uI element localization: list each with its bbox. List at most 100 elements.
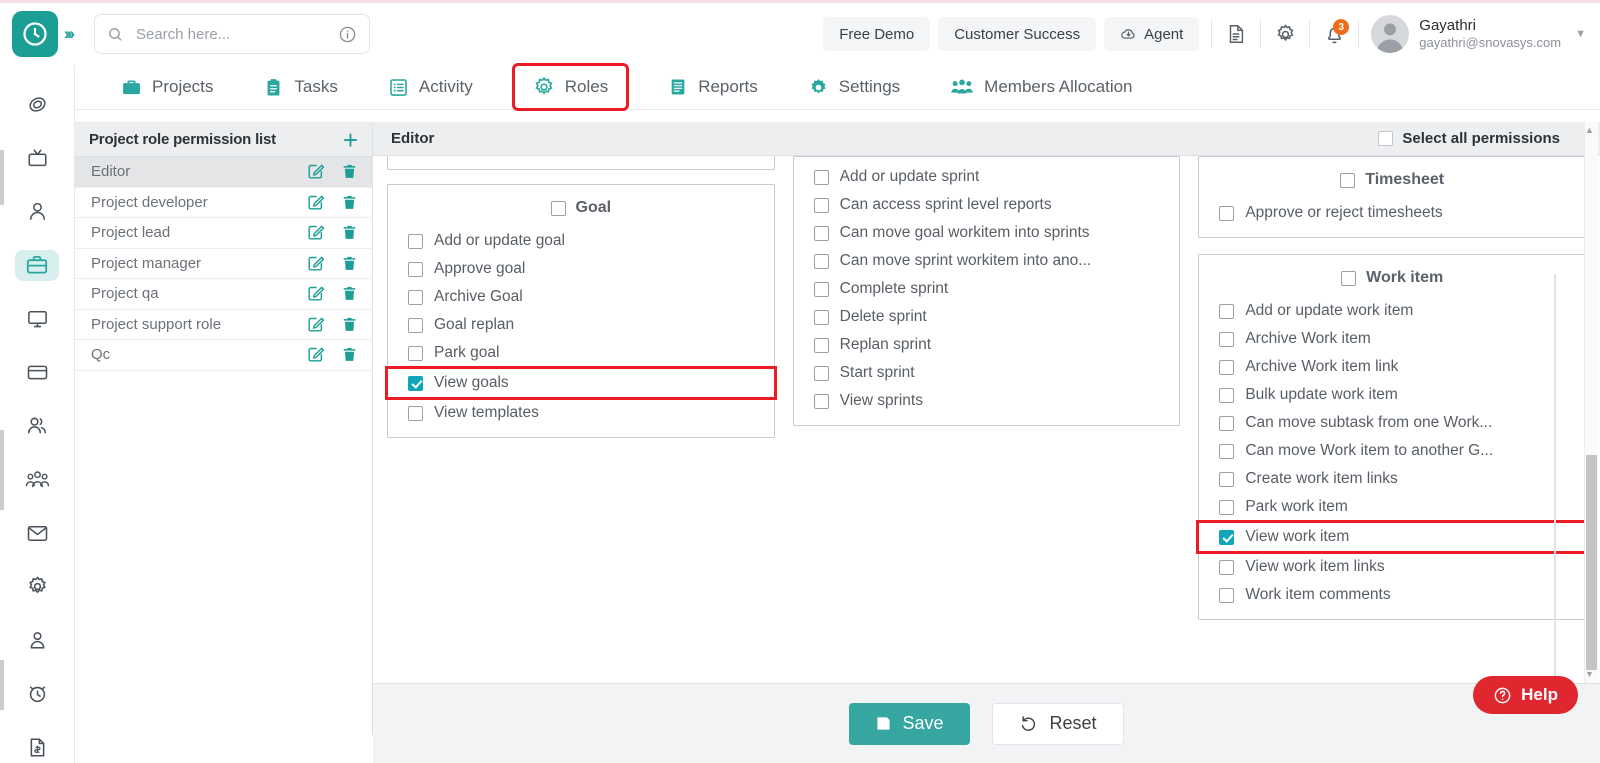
permission-checkbox[interactable]: [408, 345, 423, 361]
permission-item[interactable]: Can move Work item to another G...: [1199, 437, 1585, 465]
permission-item[interactable]: Can access sprint level reports: [794, 191, 1180, 219]
permission-checkbox[interactable]: [1219, 205, 1235, 221]
permission-checkbox[interactable]: [813, 169, 829, 185]
permission-item[interactable]: Archive Goal: [388, 283, 774, 311]
edit-icon[interactable]: [306, 254, 325, 273]
permission-checkbox[interactable]: [1219, 587, 1235, 603]
role-list-item[interactable]: Project manager: [75, 249, 372, 279]
role-list-item[interactable]: Editor: [75, 157, 372, 188]
customer-success-button[interactable]: Customer Success: [938, 17, 1097, 51]
permission-checkbox[interactable]: [1219, 529, 1235, 545]
scroll-down-arrow[interactable]: ▼: [1584, 669, 1595, 680]
permission-item[interactable]: Delete sprint: [794, 303, 1180, 331]
permission-checkbox[interactable]: [408, 261, 423, 277]
sidebar-item-account[interactable]: [15, 624, 59, 656]
select-all-permissions-toggle[interactable]: Select all permissions: [1378, 130, 1560, 147]
permission-item[interactable]: Goal replan: [388, 311, 774, 339]
permission-item[interactable]: Can move sprint workitem into ano...: [794, 247, 1180, 275]
info-circle-icon[interactable]: [338, 25, 357, 44]
tab-settings[interactable]: Settings: [800, 73, 908, 102]
free-demo-button[interactable]: Free Demo: [823, 17, 931, 51]
trash-icon[interactable]: [341, 284, 358, 303]
permission-checkbox[interactable]: [1219, 415, 1235, 431]
permission-card-title[interactable]: Goal: [388, 191, 774, 227]
permission-item[interactable]: View templates: [388, 399, 774, 427]
sidebar-item-tv[interactable]: [15, 143, 59, 175]
tab-reports[interactable]: Reports: [660, 73, 766, 101]
user-info[interactable]: Gayathri gayathri@snovasys.com: [1419, 17, 1561, 52]
trash-icon[interactable]: [341, 315, 358, 334]
chevron-double-right-icon[interactable]: ›››: [64, 24, 75, 44]
permission-checkbox[interactable]: [408, 233, 423, 249]
reset-button[interactable]: Reset: [991, 702, 1124, 745]
permission-item[interactable]: Approve goal: [388, 255, 774, 283]
permission-item[interactable]: Archive Work item link: [1199, 353, 1585, 381]
permission-checkbox[interactable]: [408, 405, 423, 421]
permission-checkbox[interactable]: [1219, 559, 1235, 575]
scroll-up-arrow[interactable]: ▲: [1584, 125, 1595, 136]
permission-checkbox[interactable]: [813, 309, 829, 325]
permission-item[interactable]: View sprints: [794, 387, 1180, 415]
permission-item[interactable]: View work item links: [1199, 553, 1585, 581]
search-box[interactable]: [93, 14, 370, 54]
permission-item[interactable]: Complete sprint: [794, 275, 1180, 303]
role-list-item[interactable]: Project lead: [75, 218, 372, 249]
edit-icon[interactable]: [306, 345, 325, 364]
permission-checkbox[interactable]: [1219, 303, 1235, 319]
permission-checkbox[interactable]: [1219, 499, 1235, 515]
sidebar-item-users[interactable]: [15, 410, 59, 442]
content-scrollbar-thumb[interactable]: [1586, 455, 1597, 670]
trash-icon[interactable]: [341, 162, 358, 181]
permission-checkbox[interactable]: [813, 337, 829, 353]
permission-item[interactable]: Park goal: [388, 339, 774, 367]
group-checkbox[interactable]: [550, 200, 566, 216]
sidebar-item-profile[interactable]: [15, 196, 59, 228]
permission-item[interactable]: View work item: [1196, 520, 1589, 554]
permission-checkbox[interactable]: [408, 375, 423, 391]
tab-tasks[interactable]: Tasks: [255, 73, 345, 102]
notifications-button[interactable]: 3: [1314, 14, 1354, 54]
permission-checkbox[interactable]: [1219, 387, 1235, 403]
trash-icon[interactable]: [341, 223, 358, 242]
trash-icon[interactable]: [341, 345, 358, 364]
trash-icon[interactable]: [341, 254, 358, 273]
role-list-item[interactable]: Project qa: [75, 279, 372, 310]
sidebar-item-teams[interactable]: [15, 464, 59, 496]
add-role-button[interactable]: +: [343, 127, 358, 153]
gear-icon[interactable]: [1265, 14, 1305, 54]
clock-logo-icon[interactable]: [12, 11, 58, 57]
permission-checkbox[interactable]: [813, 365, 829, 381]
avatar[interactable]: [1371, 15, 1410, 53]
chevron-down-icon[interactable]: ▼: [1575, 28, 1586, 40]
permission-item[interactable]: Add or update sprint: [794, 163, 1180, 191]
permission-checkbox[interactable]: [408, 317, 423, 333]
permission-item[interactable]: Work item comments: [1199, 581, 1585, 609]
search-input[interactable]: [135, 25, 338, 43]
tab-members-allocation[interactable]: Members Allocation: [942, 73, 1140, 101]
sidebar-item-projects[interactable]: [15, 249, 59, 282]
permission-checkbox[interactable]: [1219, 331, 1235, 347]
group-checkbox[interactable]: [1341, 270, 1357, 286]
permission-checkbox[interactable]: [1219, 443, 1235, 459]
edit-icon[interactable]: [306, 284, 325, 303]
permission-checkbox[interactable]: [813, 225, 829, 241]
role-list-item[interactable]: Qc: [75, 340, 372, 371]
permission-checkbox[interactable]: [1219, 471, 1235, 487]
permission-item[interactable]: Start sprint: [794, 359, 1180, 387]
trash-icon[interactable]: [341, 193, 358, 212]
permission-item[interactable]: Approve or reject timesheets: [1199, 199, 1585, 227]
sidebar-item-monitor[interactable]: [15, 303, 59, 335]
permission-item[interactable]: Add or update goal: [388, 227, 774, 255]
save-button[interactable]: Save: [849, 702, 970, 745]
permission-item[interactable]: Park work item: [1199, 493, 1585, 521]
permission-item[interactable]: Add or update work item: [1199, 297, 1585, 325]
permission-checkbox[interactable]: [813, 253, 829, 269]
permission-checkbox[interactable]: [813, 393, 829, 409]
permission-checkbox[interactable]: [813, 197, 829, 213]
tab-activity[interactable]: Activity: [380, 73, 481, 102]
select-all-checkbox[interactable]: [1378, 131, 1394, 146]
permission-item[interactable]: Create work item links: [1199, 465, 1585, 493]
edit-icon[interactable]: [306, 162, 325, 181]
permission-item[interactable]: Replan sprint: [794, 331, 1180, 359]
sidebar-item-timer[interactable]: [15, 678, 59, 710]
